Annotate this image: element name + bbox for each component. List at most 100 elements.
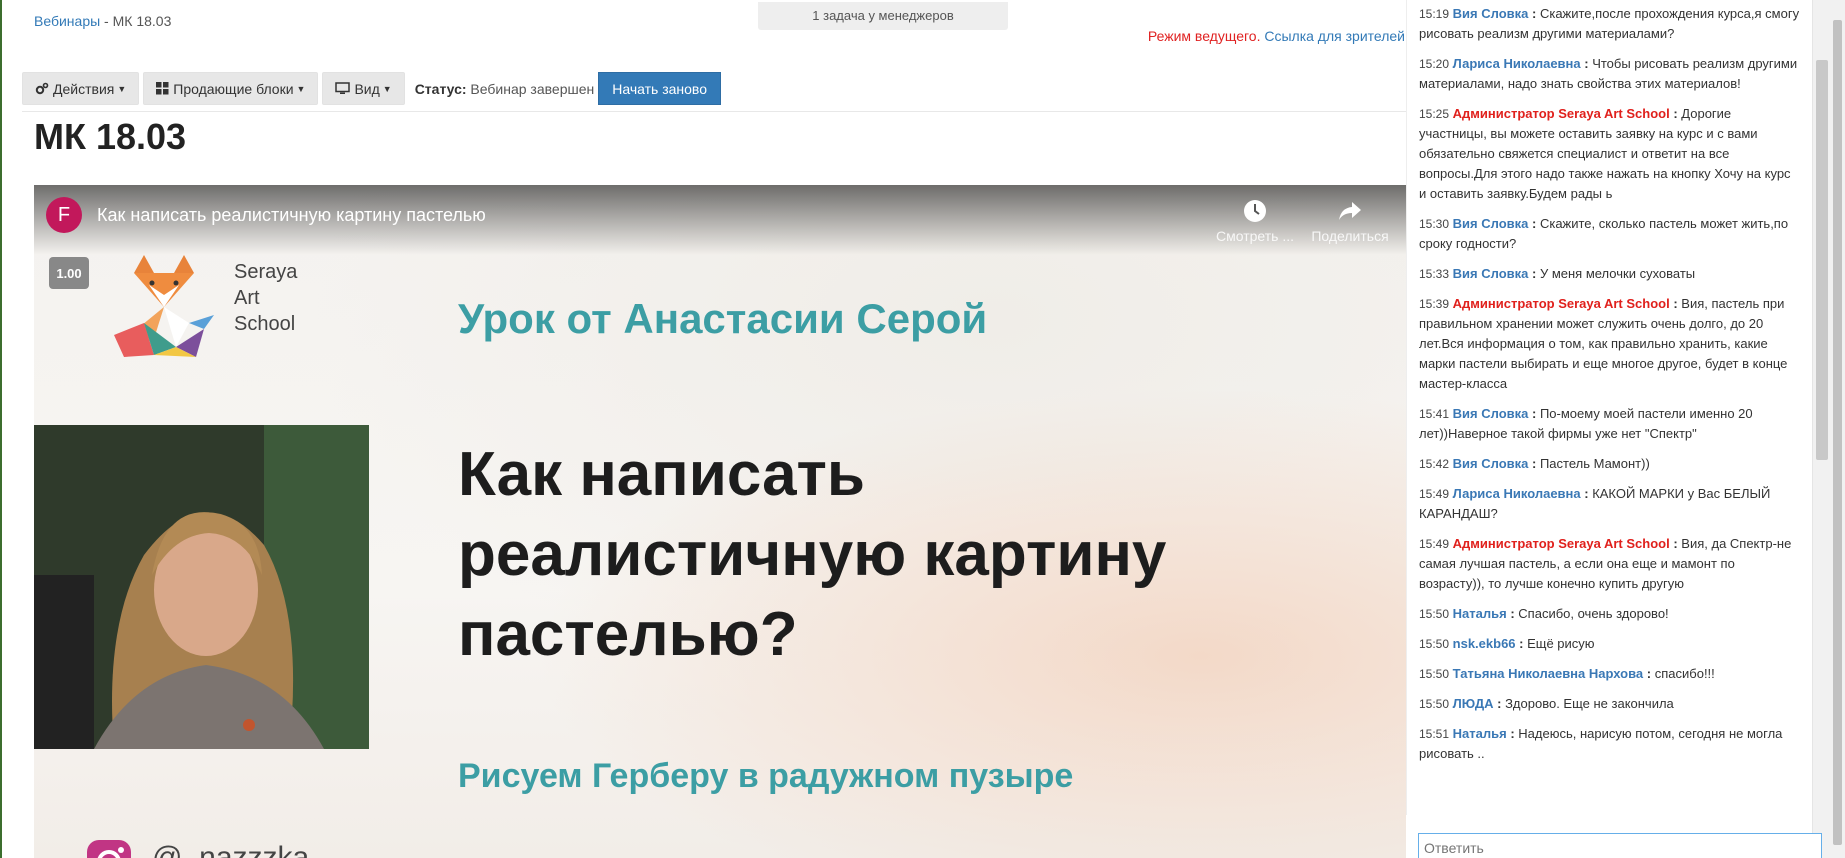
monitor-icon (335, 82, 351, 95)
message-time: 15:49 (1419, 487, 1450, 501)
message-text: спасибо!!! (1654, 666, 1715, 681)
lesson-title: Как написать реалистичную картину пастел… (458, 435, 1166, 675)
school-name: Seraya Art School (234, 259, 297, 337)
toolbar: Действия ▼ Продающие блоки ▼ Вид ▼ Стату… (22, 72, 721, 105)
school-name-line: Art (234, 287, 260, 309)
message-text: Пастель Мамонт)) (1539, 456, 1650, 471)
message-author[interactable]: Администратор Seraya Art School (1453, 536, 1670, 551)
caret-down-icon: ▼ (117, 83, 127, 94)
message-colon: : (1528, 456, 1540, 471)
message-colon: : (1528, 6, 1540, 21)
manager-task-notification[interactable]: 1 задача у менеджеров (758, 2, 1008, 30)
clock-icon (1242, 198, 1268, 224)
lesson-title-line: Как написать (458, 440, 866, 509)
page-scrollbar[interactable] (1830, 0, 1845, 858)
restart-button[interactable]: Начать заново (598, 72, 721, 105)
lesson-title-line: пастелью? (458, 600, 798, 669)
message-colon: : (1528, 406, 1540, 421)
video-title[interactable]: Как написать реалистичную картину пастел… (97, 205, 486, 226)
view-label: Вид (354, 80, 380, 97)
message-colon: : (1515, 636, 1528, 651)
message-author[interactable]: Вия Словка (1453, 406, 1529, 421)
chat-message-list: 15:19 Вия Словка : Скажите,после прохожд… (1407, 4, 1814, 774)
message-time: 15:50 (1419, 607, 1450, 621)
message-time: 15:50 (1419, 637, 1450, 651)
chat-message: 15:41 Вия Словка : По-моему моей пастели… (1407, 404, 1814, 444)
message-time: 15:33 (1419, 267, 1450, 281)
message-author[interactable]: Вия Словка (1453, 6, 1529, 21)
presenter-webcam (34, 425, 369, 749)
viewers-link[interactable]: Ссылка для зрителей (1264, 28, 1405, 44)
status-label: Статус: (414, 80, 467, 97)
chat-message: 15:50 nsk.ekb66 : Ещё рисую (1407, 634, 1814, 654)
message-author[interactable]: Администратор Seraya Art School (1453, 106, 1670, 121)
message-time: 15:41 (1419, 407, 1450, 421)
message-author[interactable]: Вия Словка (1453, 216, 1529, 231)
message-colon: : (1580, 56, 1593, 71)
left-edge (0, 0, 2, 858)
message-author[interactable]: Вия Словка (1453, 266, 1529, 281)
caret-down-icon: ▼ (382, 83, 392, 94)
playback-speed-badge[interactable]: 1.00 (49, 257, 89, 289)
school-name-line: School (234, 313, 296, 335)
webinar-status: Статус: Вебинар завершен (415, 81, 595, 97)
chat-scrollbar[interactable] (1812, 0, 1830, 858)
message-author[interactable]: Наталья (1453, 606, 1507, 621)
view-dropdown[interactable]: Вид ▼ (322, 72, 405, 105)
chat-message: 15:51 Наталья : Надеюсь, нарисую потом, … (1407, 724, 1814, 764)
actions-dropdown[interactable]: Действия ▼ (22, 72, 140, 105)
divider (22, 111, 1406, 112)
message-author[interactable]: Вия Словка (1453, 456, 1529, 471)
chat-message: 15:25 Администратор Seraya Art School : … (1407, 104, 1814, 204)
message-text: У меня мелочки суховаты (1539, 266, 1696, 281)
lesson-title-line: реалистичную картину (458, 520, 1167, 589)
chat-message: 15:20 Лариса Николаевна : Чтобы рисовать… (1407, 54, 1814, 94)
chat-message: 15:30 Вия Словка : Скажите, сколько паст… (1407, 214, 1814, 254)
status-value: Вебинар завершен (470, 80, 595, 97)
share-icon (1337, 198, 1363, 224)
message-time: 15:49 (1419, 537, 1450, 551)
chat-scrollbar-thumb[interactable] (1816, 60, 1828, 460)
message-time: 15:19 (1419, 7, 1450, 21)
channel-avatar[interactable]: F (46, 197, 82, 233)
message-author[interactable]: Администратор Seraya Art School (1453, 296, 1670, 311)
message-author[interactable]: Лариса Николаевна (1453, 486, 1581, 501)
message-author[interactable]: Лариса Николаевна (1453, 56, 1581, 71)
breadcrumb-current: МК 18.03 (112, 13, 172, 29)
message-author[interactable]: Татьяна Николаевна Нархова (1453, 666, 1644, 681)
page-scrollbar-thumb[interactable] (1833, 20, 1842, 845)
breadcrumb-webinars-link[interactable]: Вебинары (34, 13, 100, 29)
message-time: 15:25 (1419, 107, 1450, 121)
chat-message: 15:50 Наталья : Спасибо, очень здорово! (1407, 604, 1814, 624)
message-author[interactable]: ЛЮДА (1453, 696, 1494, 711)
message-text: Спасибо, очень здорово! (1518, 606, 1669, 621)
message-author[interactable]: nsk.ekb66 (1453, 636, 1516, 651)
message-time: 15:42 (1419, 457, 1450, 471)
message-author[interactable]: Наталья (1453, 726, 1507, 741)
message-colon: : (1528, 266, 1540, 281)
reply-input[interactable] (1418, 833, 1822, 858)
message-time: 15:51 (1419, 727, 1450, 741)
instagram-icon (84, 837, 134, 858)
instagram-handle: @_nazzzka (152, 841, 310, 858)
message-text: Здорово. Еще не закончила (1505, 696, 1674, 711)
chat-message: 15:49 Администратор Seraya Art School : … (1407, 534, 1814, 594)
share-button[interactable]: Поделиться (1300, 198, 1400, 244)
fox-logo-icon (104, 245, 224, 370)
school-name-line: Seraya (234, 261, 298, 283)
selling-blocks-dropdown[interactable]: Продающие блоки ▼ (143, 72, 319, 105)
host-links: Режим ведущего. Ссылка для зрителей (1148, 28, 1405, 44)
chat-message: 15:19 Вия Словка : Скажите,после прохожд… (1407, 4, 1814, 44)
presenter-image (34, 425, 369, 749)
chat-message: 15:39 Администратор Seraya Art School : … (1407, 294, 1814, 394)
message-colon: : (1506, 726, 1519, 741)
chat-message: 15:49 Лариса Николаевна : КАКОЙ МАРКИ у … (1407, 484, 1814, 524)
watch-later-label: Смотреть ... (1216, 228, 1294, 244)
watch-later-button[interactable]: Смотреть ... (1205, 198, 1305, 244)
chat-message: 15:50 Татьяна Николаевна Нархова : спаси… (1407, 664, 1814, 684)
video-player[interactable]: F Как написать реалистичную картину паст… (34, 185, 1406, 858)
breadcrumb: Вебинары - МК 18.03 (34, 13, 171, 29)
message-time: 15:39 (1419, 297, 1450, 311)
message-time: 15:20 (1419, 57, 1450, 71)
chat-message: 15:33 Вия Словка : У меня мелочки сухова… (1407, 264, 1814, 284)
